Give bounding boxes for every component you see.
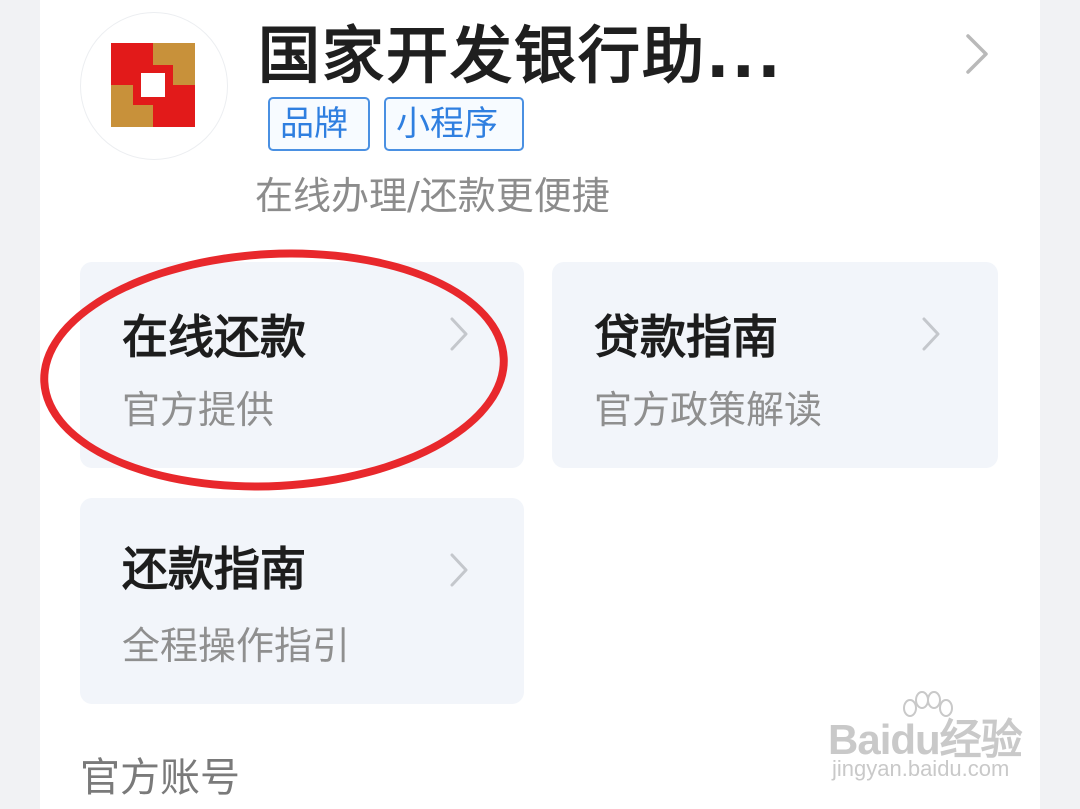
app-description: 在线办理/还款更便捷 [255,174,610,218]
loan-guide-tile[interactable]: 贷款指南 官方政策解读 [552,262,998,468]
cdb-logo-icon [111,43,195,127]
tile-subtitle: 官方政策解读 [594,388,823,432]
chevron-right-icon [922,317,940,351]
repayment-guide-tile[interactable]: 还款指南 全程操作指引 [80,498,524,704]
chevron-right-icon [450,553,468,587]
app-title[interactable]: 国家开发银行助... [258,18,783,94]
baidu-jingyan-watermark: Baidu经验 jingyan.baidu.com [826,690,1026,790]
tile-title: 还款指南 [122,542,306,596]
official-accounts-label: 官方账号 [80,755,240,801]
tile-title: 贷款指南 [594,310,778,364]
tile-subtitle: 全程操作指引 [122,624,351,668]
brand-tag: 品牌 [268,97,370,151]
app-logo[interactable] [80,12,228,160]
mini-program-tag: 小程序 [384,97,524,151]
watermark-url: jingyan.baidu.com [832,756,1010,781]
chevron-right-icon[interactable] [960,30,994,78]
